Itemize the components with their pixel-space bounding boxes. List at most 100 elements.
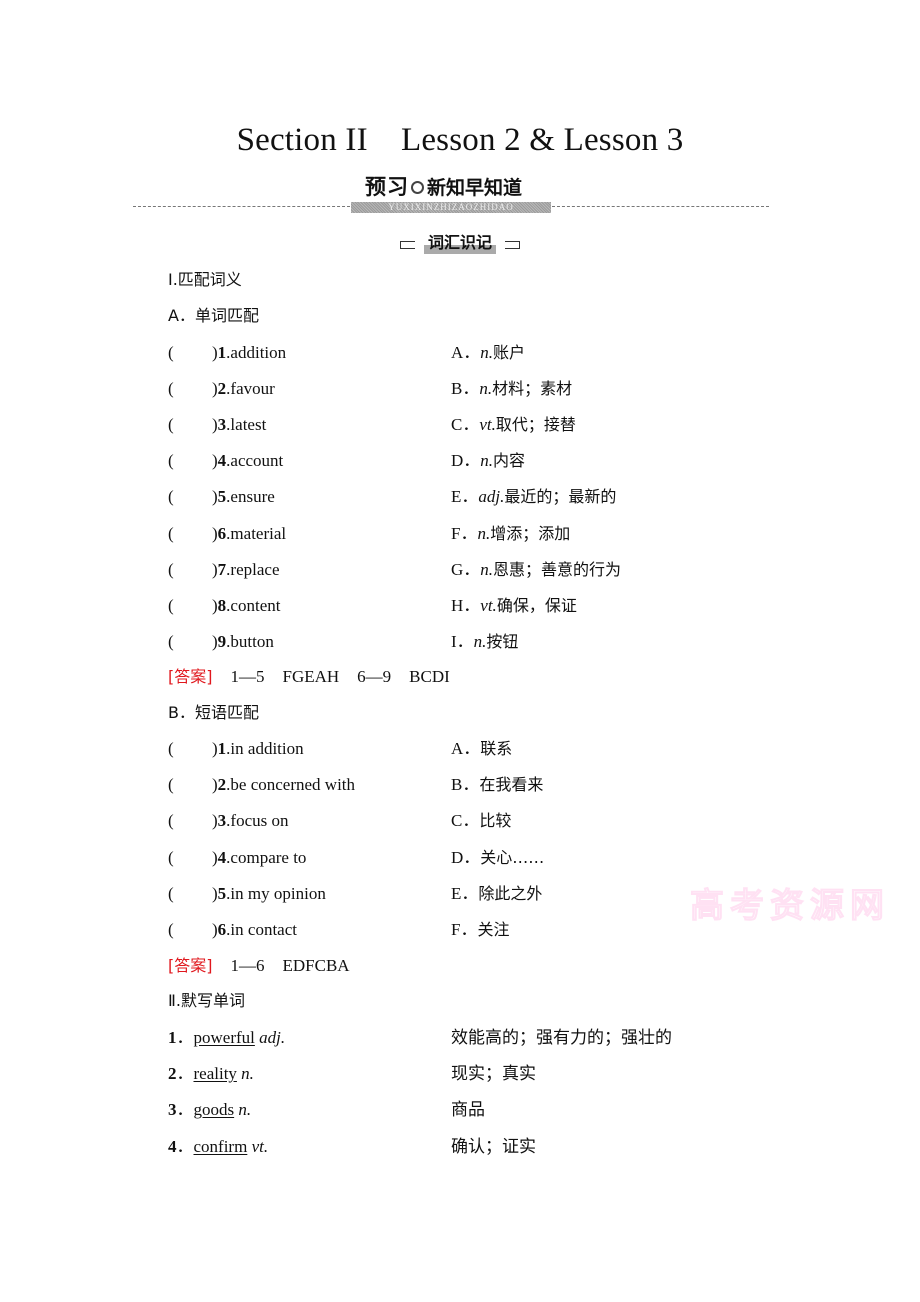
item-number: 6 [217,920,227,939]
sectionB-heading: B．短语匹配 [168,703,259,722]
word-matching-item: ()9.button [168,631,274,653]
meaning-option: D．关心…… [451,847,544,869]
item-number: 3 [168,1100,177,1120]
option-letter: F． [451,920,478,939]
part-of-speech: adj. [259,1028,286,1047]
item-phrase: in my opinion [230,883,326,903]
item-number: 3 [217,415,227,435]
part-of-speech: n. [480,559,494,579]
answer-blank[interactable]: ( [168,919,212,941]
option-letter: A． [451,343,481,362]
meaning-option: B．在我看来 [451,774,543,796]
dictation-item: 1．powerful adj. [168,1028,286,1047]
answer-range: 6—9 [357,667,392,686]
option-letter: G． [451,559,481,579]
option-letter: C． [451,811,480,831]
item-number: 1 [168,1028,177,1047]
item-number: 1 [217,739,227,758]
answer-blank[interactable]: ( [168,631,212,653]
item-number: 4 [217,451,227,471]
item-number: 7 [217,559,227,579]
option-meaning: 关心…… [480,847,545,867]
item-number: 4 [168,1136,177,1156]
part-of-speech: n. [480,451,494,471]
answer-blank[interactable]: ( [168,342,212,364]
sectionA-heading: A．单词匹配 [168,306,259,325]
sectionA-answer: [答案] 1—5 FGEAH 6—9 BCDI [168,666,450,688]
answer-blank[interactable]: ( [168,378,212,400]
watermark: 高考资源网 [690,886,890,927]
item-word: replace [230,559,280,579]
option-letter: A． [451,739,481,758]
answer-blank[interactable]: ( [168,883,212,905]
option-letter: E． [451,487,479,507]
item-phrase: focus on [230,811,289,831]
part-of-speech: n. [473,631,487,651]
word-matching-item: ()1.addition [168,342,287,364]
answer-blank[interactable]: ( [168,414,212,436]
answer-range: 1—5 [230,667,265,686]
item-number: 2 [217,379,227,399]
word-matching-item: ()8.content [168,595,281,617]
option-meaning: 除此之外 [478,883,543,903]
answer-blank[interactable]: ( [168,774,212,796]
item-number: 4 [217,847,227,867]
dictation-word: goods [193,1100,235,1120]
option-letter: B． [451,775,480,795]
item-phrase: be concerned with [230,775,356,795]
answer-blank[interactable]: ( [168,738,212,760]
answer-blank[interactable]: ( [168,559,212,581]
option-letter: E． [451,883,479,903]
part-of-speech: vt. [479,415,496,435]
answer-range: 1—6 [230,956,265,975]
answer-tag: [答案] [168,956,213,975]
answer-blank[interactable]: ( [168,595,212,617]
option-meaning: 取代；接替 [495,415,576,435]
word-matching-item: ()5.ensure [168,486,275,508]
answer-blank[interactable]: ( [168,810,212,832]
vocab-subheading-label: 词汇识记 [423,232,496,254]
answer-blank[interactable]: ( [168,450,212,472]
option-letter: I． [451,631,474,651]
section-banner: 预习 新知早知道 YUXIXINZHIZAOZHIDAO [0,174,920,216]
item-word: ensure [230,487,275,507]
option-meaning: 联系 [480,739,513,758]
dashed-divider-left [133,206,350,207]
dictation-word: confirm [193,1136,248,1156]
bullet-icon [411,181,424,194]
item-number: 8 [217,595,227,615]
item-number: 2 [217,775,227,795]
bracket-left-icon [399,241,415,249]
word-matching-item: ()6.material [168,523,287,545]
item-number: 3 [217,811,227,831]
answer-blank[interactable]: ( [168,847,212,869]
item-phrase: compare to [230,847,307,867]
item-phrase: in contact [230,920,297,939]
meaning-option: C．vt.取代；接替 [451,414,576,436]
banner-pinyin: YUXIXINZHIZAOZHIDAO [351,202,551,213]
part-of-speech: adj. [478,487,505,507]
answer-letters: FGEAH [282,667,340,686]
banner-heading-bold: 预习 [365,175,409,199]
item-number: 5 [217,487,227,507]
banner-heading-text: 新知早知道 [427,177,523,199]
answer-blank[interactable]: ( [168,523,212,545]
option-meaning: 关注 [477,920,510,939]
item-word: material [230,523,287,543]
option-letter: B． [451,379,480,399]
part-of-speech: n. [241,1064,254,1084]
option-meaning: 按钮 [486,631,519,651]
word-matching-item: ()2.favour [168,378,275,400]
dictation-meaning: 确认；证实 [451,1136,536,1157]
part-of-speech: n. [477,523,491,543]
option-letter: D． [451,451,481,471]
item-number: 6 [217,523,227,543]
option-meaning: 增添；添加 [490,523,571,543]
item-number: 1 [217,343,227,362]
meaning-option: E．除此之外 [451,883,542,905]
word-matching-item: ()4.account [168,450,284,472]
item-word: addition [230,343,287,362]
banner-heading: 预习 新知早知道 [365,174,545,200]
answer-blank[interactable]: ( [168,486,212,508]
item-word: latest [230,415,267,435]
